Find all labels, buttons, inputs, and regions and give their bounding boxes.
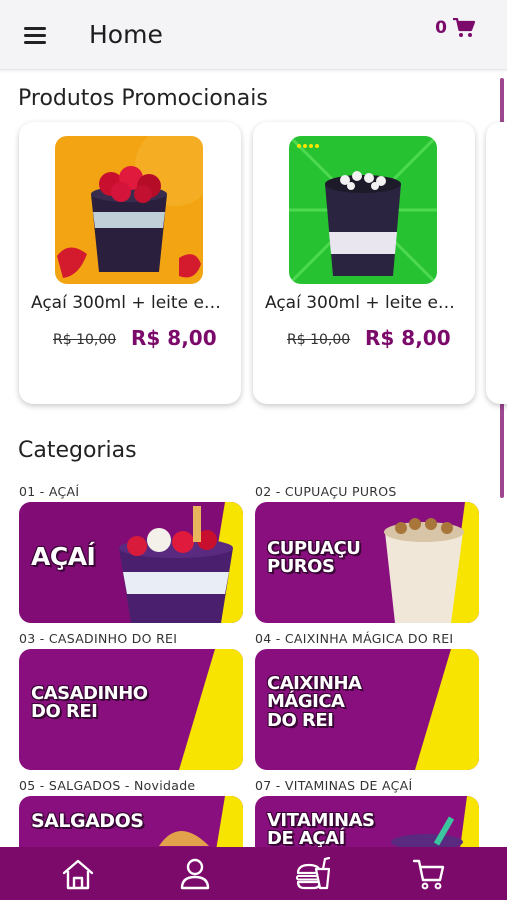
product-name: Açaí 300ml + leite em pó e morango	[31, 293, 237, 313]
category-banner-acai[interactable]: AÇAÍ	[19, 502, 243, 623]
nav-profile[interactable]	[165, 849, 225, 899]
category-banner-text: CUPUAÇU PUROS	[267, 538, 361, 578]
product-image	[289, 136, 437, 284]
category-banner-text: CASADINHO DO REI	[31, 683, 148, 723]
promo-card[interactable]: Açaí 300ml + leite em pó e chocoball R$ …	[253, 122, 475, 404]
promo-price: R$ 8,00	[365, 326, 451, 350]
home-icon	[63, 859, 94, 889]
bottom-navigation	[0, 847, 507, 900]
product-name: Açaí 300ml + leite em pó e chocoball	[265, 293, 471, 313]
shopping-cart-icon	[453, 18, 475, 37]
category-banner-caixinha[interactable]: CAIXINHA MÁGICA DO REI	[255, 649, 479, 770]
category-label: 04 - CAIXINHA MÁGICA DO REI	[255, 631, 454, 646]
category-label: 01 - AÇAÍ	[19, 484, 80, 499]
cart-icon	[412, 859, 444, 889]
category-banner-casadinho[interactable]: CASADINHO DO REI	[19, 649, 243, 770]
user-icon	[180, 858, 210, 889]
category-banner-text: CAIXINHA MÁGICA DO REI	[267, 673, 362, 731]
promo-card[interactable]: Açaí 300ml + leite em pó e morango R$ 10…	[19, 122, 241, 404]
promo-price: R$ 8,00	[131, 326, 217, 350]
top-app-bar: Home 0	[0, 0, 507, 70]
old-price: R$ 10,00	[287, 332, 351, 348]
category-label: 02 - CUPUAÇU PUROS	[255, 484, 397, 499]
header-cart-button[interactable]: 0	[435, 18, 475, 38]
promo-card-partial[interactable]	[486, 122, 507, 404]
page-title: Home	[89, 20, 163, 49]
category-banner-text: SALGADOS	[31, 810, 144, 832]
old-price: R$ 10,00	[53, 332, 117, 348]
product-image	[55, 136, 203, 284]
category-banner-text: VITAMINAS DE AÇAÍ	[267, 810, 375, 850]
menu-food-icon	[295, 856, 330, 889]
category-label: 07 - VITAMINAS DE AÇAÍ	[255, 778, 413, 793]
categories-section-title: Categorias	[18, 438, 137, 463]
nav-home[interactable]	[48, 849, 108, 899]
category-banner-cupuacu[interactable]: CUPUAÇU PUROS	[255, 502, 479, 623]
category-label: 03 - CASADINHO DO REI	[19, 631, 178, 646]
nav-menu[interactable]	[282, 849, 342, 899]
category-label: 05 - SALGADOS - Novidade	[19, 778, 196, 793]
app-screen: Home 0 Produtos Promocionais Açaí 300ml …	[0, 0, 507, 900]
category-banner-text: AÇAÍ	[31, 542, 96, 571]
promo-carousel[interactable]: Açaí 300ml + leite em pó e morango R$ 10…	[0, 122, 507, 412]
promo-section-title: Produtos Promocionais	[18, 86, 268, 111]
hamburger-menu-icon[interactable]	[22, 24, 48, 46]
cart-count-badge: 0	[435, 18, 447, 38]
nav-cart[interactable]	[399, 849, 459, 899]
